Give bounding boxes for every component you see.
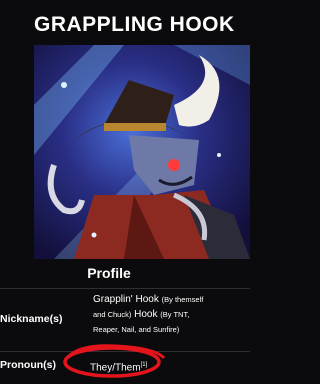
character-image[interactable] xyxy=(34,45,250,259)
nickname-1-note: (By themself xyxy=(161,295,204,304)
page-title: GRAPPLING HOOK xyxy=(34,13,235,36)
nickname-label: Nickname(s) xyxy=(0,313,63,325)
nickname-2: Hook xyxy=(134,309,158,320)
nickname-2-note-end: Reaper, Nail, and Sunfire) xyxy=(93,325,180,334)
nickname-1-note-end: and Chuck) xyxy=(93,310,132,319)
profile-section-title: Profile xyxy=(87,265,131,281)
red-circle-annotation xyxy=(63,344,166,378)
character-artwork xyxy=(34,45,250,259)
row-divider xyxy=(0,288,250,289)
pronouns-label: Pronoun(s) xyxy=(0,359,56,371)
nickname-2-note: (By TNT, xyxy=(160,310,190,319)
nickname-1: Grapplin' Hook xyxy=(93,294,159,305)
nickname-value: Grapplin' Hook (By themself and Chuck) H… xyxy=(93,292,203,337)
